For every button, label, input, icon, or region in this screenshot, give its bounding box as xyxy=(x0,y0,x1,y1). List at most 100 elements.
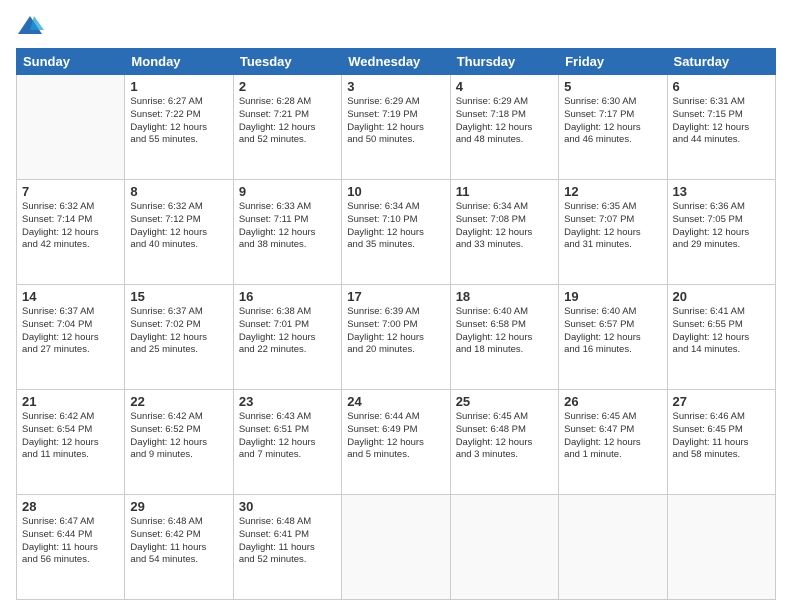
day-number: 8 xyxy=(130,184,227,199)
calendar-cell: 7Sunrise: 6:32 AM Sunset: 7:14 PM Daylig… xyxy=(17,180,125,285)
day-number: 11 xyxy=(456,184,553,199)
day-number: 6 xyxy=(673,79,770,94)
week-row-2: 14 Sunrise: 6:37 AM Sunset: 7:04 PM Dayli… xyxy=(17,285,776,390)
day-number: 5 xyxy=(564,79,661,94)
calendar-cell xyxy=(450,495,558,600)
weekday-header-saturday: Saturday xyxy=(667,49,775,75)
day-info: Sunrise: 6:29 AM Sunset: 7:18 PM Dayligh… xyxy=(456,96,553,147)
day-info: Sunrise: 6:48 AM Sunset: 6:42 PM Dayligh… xyxy=(130,516,227,567)
day-info: Sunrise: 6:38 AM Sunset: 7:01 PM Dayligh… xyxy=(239,306,336,357)
calendar-cell xyxy=(17,75,125,180)
weekday-header-monday: Monday xyxy=(125,49,233,75)
day-info: Sunrise: 6:40 AM Sunset: 6:58 PM Dayligh… xyxy=(456,306,553,357)
calendar-cell xyxy=(342,495,450,600)
day-info: Sunrise: 6:37 AM Sunset: 7:04 PM Dayligh… xyxy=(22,306,119,357)
day-number: 25 xyxy=(456,394,553,409)
calendar-cell xyxy=(559,495,667,600)
day-number: 19 xyxy=(564,289,661,304)
calendar-header: SundayMondayTuesdayWednesdayThursdayFrid… xyxy=(17,49,776,75)
weekday-row: SundayMondayTuesdayWednesdayThursdayFrid… xyxy=(17,49,776,75)
calendar-cell: 1 Sunrise: 6:27 AM Sunset: 7:22 PM Daylig… xyxy=(125,75,233,180)
day-info: Sunrise: 6:29 AM Sunset: 7:19 PM Dayligh… xyxy=(347,96,444,147)
weekday-header-tuesday: Tuesday xyxy=(233,49,341,75)
day-info: Sunrise: 6:43 AM Sunset: 6:51 PM Dayligh… xyxy=(239,411,336,462)
calendar-cell: 19 Sunrise: 6:40 AM Sunset: 6:57 PM Dayli… xyxy=(559,285,667,390)
day-number: 3 xyxy=(347,79,444,94)
day-number: 14 xyxy=(22,289,119,304)
day-number: 20 xyxy=(673,289,770,304)
calendar-cell: 4 Sunrise: 6:29 AM Sunset: 7:18 PM Daylig… xyxy=(450,75,558,180)
day-info: Sunrise: 6:35 AM Sunset: 7:07 PM Dayligh… xyxy=(564,201,661,252)
day-info: Sunrise: 6:41 AM Sunset: 6:55 PM Dayligh… xyxy=(673,306,770,357)
day-info: Sunrise: 6:34 AM Sunset: 7:10 PM Dayligh… xyxy=(347,201,444,252)
weekday-header-wednesday: Wednesday xyxy=(342,49,450,75)
day-number: 9 xyxy=(239,184,336,199)
calendar-cell: 28 Sunrise: 6:47 AM Sunset: 6:44 PM Dayli… xyxy=(17,495,125,600)
week-row-3: 21Sunrise: 6:42 AM Sunset: 6:54 PM Dayli… xyxy=(17,390,776,495)
calendar-cell: 16 Sunrise: 6:38 AM Sunset: 7:01 PM Dayli… xyxy=(233,285,341,390)
day-number: 30 xyxy=(239,499,336,514)
calendar-cell: 24Sunrise: 6:44 AM Sunset: 6:49 PM Dayli… xyxy=(342,390,450,495)
calendar-cell: 2 Sunrise: 6:28 AM Sunset: 7:21 PM Daylig… xyxy=(233,75,341,180)
day-number: 2 xyxy=(239,79,336,94)
day-info: Sunrise: 6:39 AM Sunset: 7:00 PM Dayligh… xyxy=(347,306,444,357)
calendar-cell: 20 Sunrise: 6:41 AM Sunset: 6:55 PM Dayli… xyxy=(667,285,775,390)
header xyxy=(16,12,776,40)
day-info: Sunrise: 6:32 AM Sunset: 7:12 PM Dayligh… xyxy=(130,201,227,252)
week-row-0: 1 Sunrise: 6:27 AM Sunset: 7:22 PM Daylig… xyxy=(17,75,776,180)
day-number: 28 xyxy=(22,499,119,514)
day-info: Sunrise: 6:47 AM Sunset: 6:44 PM Dayligh… xyxy=(22,516,119,567)
day-info: Sunrise: 6:45 AM Sunset: 6:48 PM Dayligh… xyxy=(456,411,553,462)
day-info: Sunrise: 6:48 AM Sunset: 6:41 PM Dayligh… xyxy=(239,516,336,567)
calendar-cell: 13Sunrise: 6:36 AM Sunset: 7:05 PM Dayli… xyxy=(667,180,775,285)
calendar-table: SundayMondayTuesdayWednesdayThursdayFrid… xyxy=(16,48,776,600)
day-info: Sunrise: 6:42 AM Sunset: 6:54 PM Dayligh… xyxy=(22,411,119,462)
calendar-cell: 22 Sunrise: 6:42 AM Sunset: 6:52 PM Dayli… xyxy=(125,390,233,495)
weekday-header-thursday: Thursday xyxy=(450,49,558,75)
week-row-4: 28 Sunrise: 6:47 AM Sunset: 6:44 PM Dayli… xyxy=(17,495,776,600)
day-info: Sunrise: 6:28 AM Sunset: 7:21 PM Dayligh… xyxy=(239,96,336,147)
day-number: 4 xyxy=(456,79,553,94)
calendar-cell: 6 Sunrise: 6:31 AM Sunset: 7:15 PM Daylig… xyxy=(667,75,775,180)
page: SundayMondayTuesdayWednesdayThursdayFrid… xyxy=(0,0,792,612)
calendar-cell: 14 Sunrise: 6:37 AM Sunset: 7:04 PM Dayli… xyxy=(17,285,125,390)
day-number: 22 xyxy=(130,394,227,409)
day-info: Sunrise: 6:27 AM Sunset: 7:22 PM Dayligh… xyxy=(130,96,227,147)
day-number: 29 xyxy=(130,499,227,514)
calendar-cell: 15 Sunrise: 6:37 AM Sunset: 7:02 PM Dayli… xyxy=(125,285,233,390)
calendar-cell: 10 Sunrise: 6:34 AM Sunset: 7:10 PM Dayli… xyxy=(342,180,450,285)
day-info: Sunrise: 6:42 AM Sunset: 6:52 PM Dayligh… xyxy=(130,411,227,462)
day-number: 1 xyxy=(130,79,227,94)
day-info: Sunrise: 6:46 AM Sunset: 6:45 PM Dayligh… xyxy=(673,411,770,462)
day-number: 10 xyxy=(347,184,444,199)
day-info: Sunrise: 6:40 AM Sunset: 6:57 PM Dayligh… xyxy=(564,306,661,357)
calendar-cell: 8 Sunrise: 6:32 AM Sunset: 7:12 PM Daylig… xyxy=(125,180,233,285)
logo xyxy=(16,12,48,40)
day-number: 18 xyxy=(456,289,553,304)
calendar-cell: 12Sunrise: 6:35 AM Sunset: 7:07 PM Dayli… xyxy=(559,180,667,285)
day-number: 23 xyxy=(239,394,336,409)
calendar-cell: 27 Sunrise: 6:46 AM Sunset: 6:45 PM Dayli… xyxy=(667,390,775,495)
day-number: 16 xyxy=(239,289,336,304)
calendar-cell: 26Sunrise: 6:45 AM Sunset: 6:47 PM Dayli… xyxy=(559,390,667,495)
day-info: Sunrise: 6:37 AM Sunset: 7:02 PM Dayligh… xyxy=(130,306,227,357)
weekday-header-friday: Friday xyxy=(559,49,667,75)
day-number: 27 xyxy=(673,394,770,409)
calendar-cell: 3 Sunrise: 6:29 AM Sunset: 7:19 PM Daylig… xyxy=(342,75,450,180)
calendar-cell: 25 Sunrise: 6:45 AM Sunset: 6:48 PM Dayli… xyxy=(450,390,558,495)
calendar-cell: 21Sunrise: 6:42 AM Sunset: 6:54 PM Dayli… xyxy=(17,390,125,495)
calendar-cell: 30 Sunrise: 6:48 AM Sunset: 6:41 PM Dayli… xyxy=(233,495,341,600)
weekday-header-sunday: Sunday xyxy=(17,49,125,75)
calendar-cell: 5Sunrise: 6:30 AM Sunset: 7:17 PM Daylig… xyxy=(559,75,667,180)
day-info: Sunrise: 6:31 AM Sunset: 7:15 PM Dayligh… xyxy=(673,96,770,147)
day-info: Sunrise: 6:45 AM Sunset: 6:47 PM Dayligh… xyxy=(564,411,661,462)
week-row-1: 7Sunrise: 6:32 AM Sunset: 7:14 PM Daylig… xyxy=(17,180,776,285)
day-number: 15 xyxy=(130,289,227,304)
day-info: Sunrise: 6:33 AM Sunset: 7:11 PM Dayligh… xyxy=(239,201,336,252)
calendar-body: 1 Sunrise: 6:27 AM Sunset: 7:22 PM Daylig… xyxy=(17,75,776,600)
calendar-cell xyxy=(667,495,775,600)
day-info: Sunrise: 6:44 AM Sunset: 6:49 PM Dayligh… xyxy=(347,411,444,462)
day-number: 7 xyxy=(22,184,119,199)
day-info: Sunrise: 6:36 AM Sunset: 7:05 PM Dayligh… xyxy=(673,201,770,252)
day-number: 17 xyxy=(347,289,444,304)
